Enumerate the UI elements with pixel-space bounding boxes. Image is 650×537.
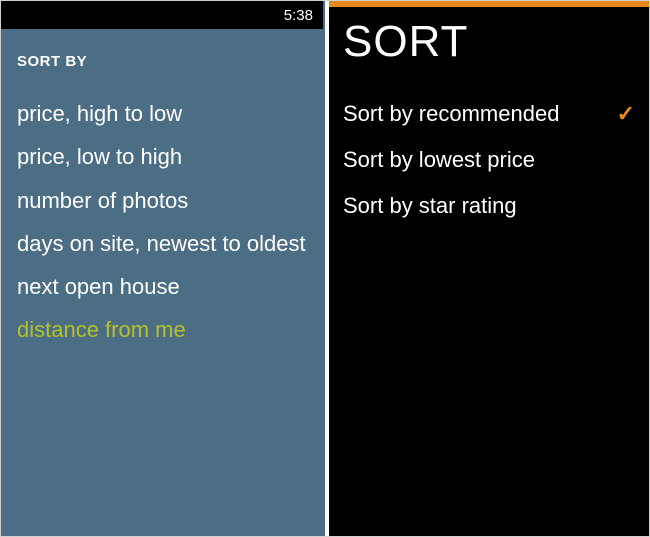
sort-option[interactable]: Sort by star rating bbox=[343, 183, 635, 229]
sort-option[interactable]: Sort by lowest price bbox=[343, 137, 635, 183]
sort-by-option[interactable]: days on site, newest to oldest bbox=[17, 222, 307, 265]
sort-option-label: Sort by lowest price bbox=[343, 147, 535, 173]
left-content: SORT BY price, high to lowprice, low to … bbox=[1, 29, 323, 536]
right-content: SORT Sort by recommended ✓ Sort by lowest … bbox=[329, 7, 649, 536]
check-icon: ✓ bbox=[607, 101, 635, 127]
sort-by-option[interactable]: price, high to low bbox=[17, 92, 307, 135]
screen-left: 5:38 SORT BY price, high to lowprice, lo… bbox=[1, 1, 325, 536]
status-bar: 5:38 bbox=[1, 1, 323, 29]
sort-by-option[interactable]: price, low to high bbox=[17, 135, 307, 178]
sort-by-header: SORT BY bbox=[17, 53, 307, 70]
sort-option-label: Sort by recommended bbox=[343, 101, 559, 127]
sort-option[interactable]: Sort by recommended ✓ bbox=[343, 91, 635, 137]
sort-by-option[interactable]: number of photos bbox=[17, 179, 307, 222]
sort-header: SORT bbox=[343, 17, 635, 67]
sort-by-option[interactable]: next open house bbox=[17, 265, 307, 308]
sort-by-options-list: price, high to lowprice, low to highnumb… bbox=[17, 92, 307, 352]
status-time: 5:38 bbox=[284, 7, 313, 24]
sort-options-list: Sort by recommended ✓ Sort by lowest price… bbox=[343, 91, 635, 229]
sort-option-label: Sort by star rating bbox=[343, 193, 517, 219]
screen-right: SORT Sort by recommended ✓ Sort by lowest … bbox=[325, 1, 649, 536]
sort-by-option[interactable]: distance from me bbox=[17, 308, 307, 351]
screens-container: 5:38 SORT BY price, high to lowprice, lo… bbox=[0, 0, 650, 537]
